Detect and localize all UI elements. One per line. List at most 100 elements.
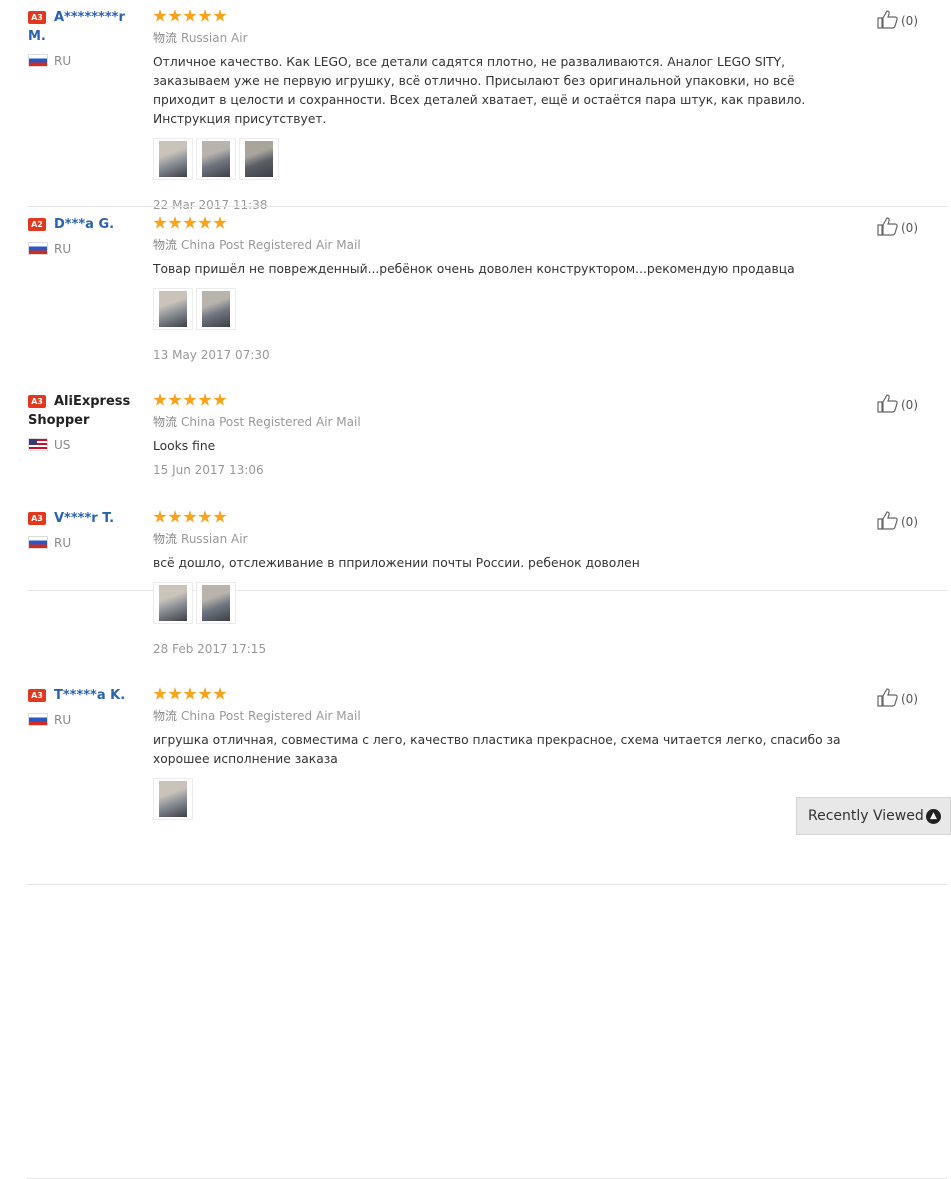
helpful-count: (0) [901,398,918,412]
recently-viewed-button[interactable]: Recently Viewed ▲ [796,797,951,835]
review-photos [153,138,853,182]
shipping-method: 物流 China Post Registered Air Mail [153,709,361,723]
helpful-button[interactable]: (0) [877,510,918,533]
logistics-icon: 物流 [153,31,178,45]
reviewer-name: A2 D***a G. [28,215,143,234]
star-icon [198,216,212,229]
star-icon [183,216,197,229]
review-date: 28 Feb 2017 17:15 [153,642,267,656]
star-icon [153,216,167,229]
reviewer-name: A3 V****r T. [28,509,143,528]
helpful-button[interactable]: (0) [877,216,918,239]
review-text: игрушка отличная, совместима с лего, кач… [153,733,841,766]
logistics-icon: 物流 [153,532,178,546]
star-icon [183,393,197,406]
review-date: 22 Mar 2017 11:38 [153,198,268,212]
helpful-button[interactable]: (0) [877,9,918,32]
flag-ru-icon [28,242,48,255]
star-icon [168,216,182,229]
review-photo-thumbnail[interactable] [196,288,236,330]
star-rating [153,215,853,231]
review-photo-thumbnail[interactable] [153,778,193,820]
buyer-level-badge: A3 [28,512,46,525]
shipping-method: 物流 China Post Registered Air Mail [153,238,361,252]
review-divider [27,206,947,207]
review-date: 13 May 2017 07:30 [153,348,270,362]
reviewer-country: RU [28,536,143,550]
reviewer-country: RU [28,242,143,256]
shipping-method: 物流 Russian Air [153,31,248,45]
reviewer-info: A3 V****r T. RU [28,509,143,550]
review-photo-thumbnail[interactable] [153,288,193,330]
review-date: 15 Jun 2017 13:06 [153,463,264,477]
review-divider [27,884,947,885]
star-icon [213,687,227,700]
star-icon [168,393,182,406]
star-icon [168,510,182,523]
star-icon [153,687,167,700]
star-icon [198,687,212,700]
thumbs-up-icon [877,9,899,32]
helpful-count: (0) [901,692,918,706]
chevron-up-icon: ▲ [926,809,941,824]
review-photos [153,288,853,332]
star-icon [213,216,227,229]
recently-viewed-label: Recently Viewed [808,808,924,824]
helpful-count: (0) [901,515,918,529]
star-icon [213,393,227,406]
star-rating [153,8,853,24]
logistics-icon: 物流 [153,238,178,252]
review-text: Looks fine [153,439,216,453]
reviewer-name: A3 AliExpress [28,392,143,411]
thumbs-up-icon [877,393,899,416]
buyer-level-badge: A3 [28,689,46,702]
star-rating [153,392,853,408]
star-icon [153,9,167,22]
reviewer-country: US [28,438,143,452]
review-photo-thumbnail[interactable] [196,138,236,180]
helpful-count: (0) [901,14,918,28]
thumbs-up-icon [877,216,899,239]
shipping-method: 物流 Russian Air [153,532,248,546]
star-icon [198,510,212,523]
logistics-icon: 物流 [153,415,178,429]
review-photo-thumbnail[interactable] [153,582,193,624]
reviewer-info: A3 T*****a K. RU [28,686,143,727]
flag-us-icon [28,438,48,451]
reviewer-name: A3 A********r [28,8,143,27]
review-photo-thumbnail[interactable] [239,138,279,180]
buyer-level-badge: A3 [28,11,46,24]
star-icon [168,9,182,22]
star-icon [213,510,227,523]
star-icon [198,9,212,22]
reviewer-country: RU [28,713,143,727]
review-photos [153,582,853,626]
star-icon [183,687,197,700]
star-icon [168,687,182,700]
helpful-button[interactable]: (0) [877,687,918,710]
star-icon [153,393,167,406]
thumbs-up-icon [877,687,899,710]
review-photo-thumbnail[interactable] [153,138,193,180]
reviewer-country: RU [28,54,143,68]
star-rating [153,686,853,702]
review-text: Отличное качество. Как LEGO, все детали … [153,55,806,126]
flag-ru-icon [28,536,48,549]
shipping-method: 物流 China Post Registered Air Mail [153,415,361,429]
reviewer-info: A2 D***a G. RU [28,215,143,256]
reviewer-info: A3 A********r M. RU [28,8,143,68]
reviewer-name: A3 T*****a K. [28,686,143,705]
reviewer-name: M. [28,29,46,44]
star-rating [153,509,853,525]
review-photo-thumbnail[interactable] [196,582,236,624]
flag-ru-icon [28,713,48,726]
logistics-icon: 物流 [153,709,178,723]
reviewer-name: Shopper [28,413,90,428]
star-icon [198,393,212,406]
helpful-count: (0) [901,221,918,235]
helpful-button[interactable]: (0) [877,393,918,416]
flag-ru-icon [28,54,48,67]
buyer-level-badge: A2 [28,218,46,231]
star-icon [213,9,227,22]
reviewer-info: A3 AliExpress Shopper US [28,392,143,452]
